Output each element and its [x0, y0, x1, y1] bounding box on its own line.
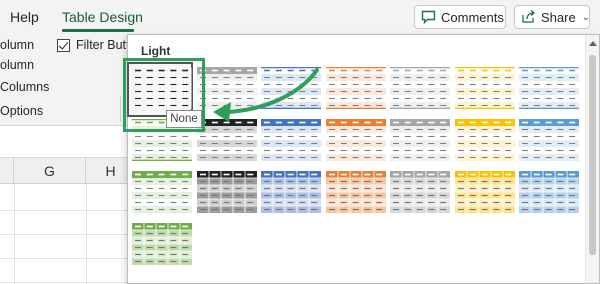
table-style-gold-header[interactable] [454, 119, 515, 161]
share-icon [521, 9, 536, 25]
scroll-up-icon[interactable] [589, 41, 597, 46]
table-style-blue-light[interactable] [261, 67, 321, 109]
table-style-gold-grid[interactable] [454, 171, 515, 213]
tab-table-design[interactable]: Table Design [62, 9, 143, 25]
table-style-options-group-label: Options [0, 104, 44, 118]
comment-icon [421, 9, 436, 25]
table-style-gray-header[interactable] [196, 67, 257, 109]
chevron-down-icon[interactable]: ⌄ [582, 12, 590, 23]
share-label: Share [541, 9, 576, 25]
column-header-partial[interactable] [0, 158, 14, 184]
banded-columns-option[interactable]: Columns [0, 80, 49, 94]
table-style-gray-light[interactable] [390, 67, 450, 109]
share-button[interactable]: Share ⌄ [514, 5, 590, 29]
table-style-gold-light[interactable] [454, 67, 515, 109]
filter-button-checkbox[interactable] [57, 38, 70, 52]
tab-help[interactable]: Help [10, 9, 39, 25]
table-style-orange-grid[interactable] [325, 171, 386, 213]
table-style-blue-grid[interactable] [261, 171, 321, 213]
table-style-green-grid[interactable] [132, 223, 192, 265]
header-row-option[interactable]: olumn [0, 38, 34, 52]
scroll-thumb[interactable] [589, 55, 596, 255]
gallery-section-title: Light [141, 44, 171, 58]
table-style-lightblue-light[interactable] [519, 67, 579, 109]
last-column-option[interactable]: olumn [0, 58, 34, 72]
column-header-g[interactable]: G [14, 158, 86, 184]
comments-label: Comments [441, 9, 504, 25]
style-tooltip: None [166, 110, 202, 128]
table-style-lightblue-header[interactable] [519, 119, 579, 161]
table-style-orange-light[interactable] [325, 67, 386, 109]
table-style-black-grid[interactable] [196, 171, 257, 213]
table-style-blue-header[interactable] [261, 119, 321, 161]
table-style-black-header[interactable] [196, 119, 257, 161]
active-tab-indicator [62, 29, 134, 32]
table-style-gray-header-2[interactable] [390, 119, 450, 161]
table-style-gray-grid[interactable] [390, 171, 450, 213]
table-style-orange-header[interactable] [325, 119, 386, 161]
table-style-green-header[interactable] [132, 171, 192, 213]
ribbon-separator [120, 96, 121, 122]
comments-button[interactable]: Comments [414, 5, 506, 29]
gallery-scrollbar[interactable] [585, 35, 599, 283]
ribbon-tab-bar: Help Table Design Comments Share ⌄ [0, 0, 600, 34]
table-style-lightblue-grid[interactable] [519, 171, 579, 213]
filter-button-option[interactable]: Filter Butto [57, 38, 136, 52]
